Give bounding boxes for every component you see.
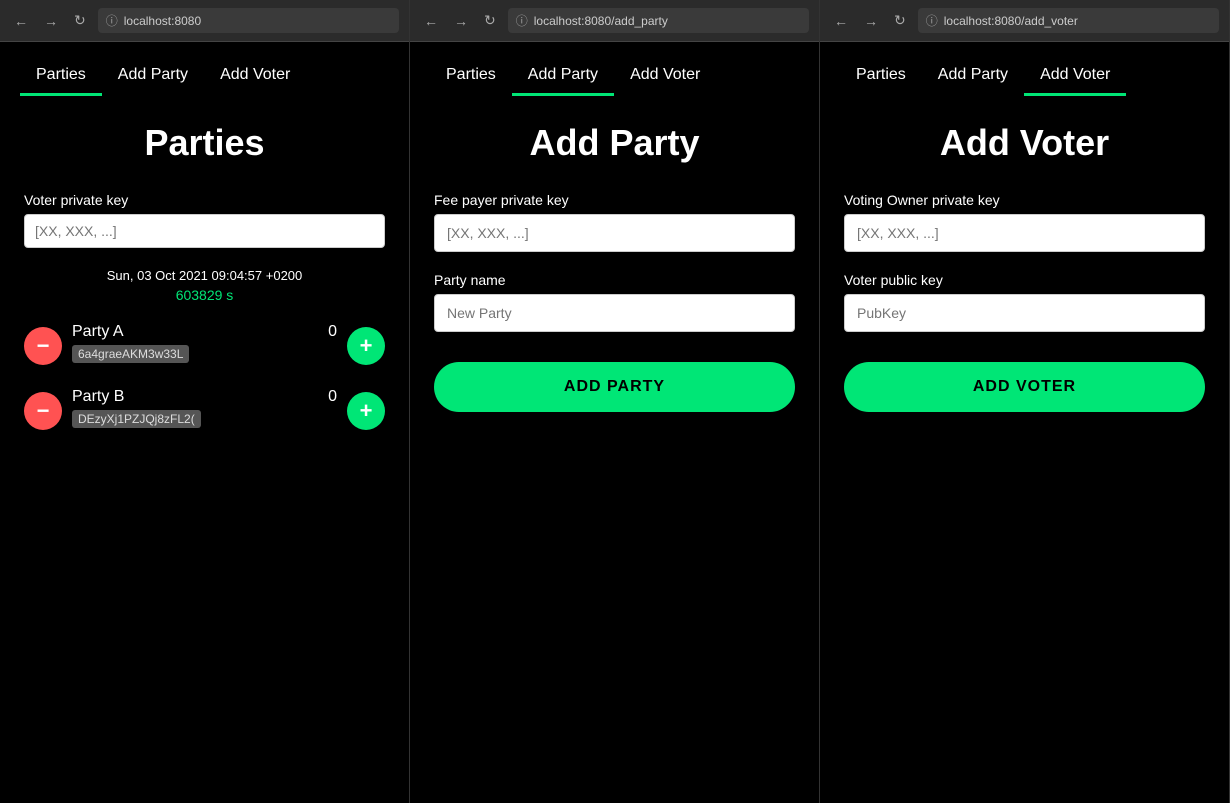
voter-pubkey-group: Voter public key	[844, 272, 1205, 332]
nav-add-voter-2[interactable]: Add Voter	[614, 58, 716, 92]
url-text-2: localhost:8080/add_party	[534, 14, 668, 28]
fee-payer-label: Fee payer private key	[434, 192, 795, 208]
nav-add-voter-1[interactable]: Add Voter	[204, 58, 306, 92]
party-a-name-row: Party A 0	[72, 323, 337, 341]
url-text-1: localhost:8080	[124, 14, 201, 28]
party-name-input[interactable]	[434, 294, 795, 332]
page-title-3: Add Voter	[844, 122, 1205, 164]
lock-icon-2: ⓘ	[516, 12, 528, 29]
party-b-info: Party B 0 DEzyXj1PZJQj8zFL2(	[72, 388, 337, 433]
seconds-display: 603829 s	[24, 287, 385, 303]
lock-icon-3: ⓘ	[926, 12, 938, 29]
forward-button-1[interactable]: →	[40, 11, 62, 31]
nav-bar-2: Parties Add Party Add Voter	[410, 42, 819, 92]
party-b-key: DEzyXj1PZJQj8zFL2(	[72, 410, 201, 428]
page-title-1: Parties	[24, 122, 385, 164]
page-body-2: Add Party Fee payer private key Party na…	[410, 92, 819, 803]
nav-bar-3: Parties Add Party Add Voter	[820, 42, 1229, 92]
lock-icon-1: ⓘ	[106, 12, 118, 29]
back-button-2[interactable]: ←	[420, 11, 442, 31]
vote-minus-party-a[interactable]: −	[24, 327, 62, 365]
address-bar-2: ⓘ localhost:8080/add_party	[508, 8, 809, 33]
forward-button-3[interactable]: →	[860, 11, 882, 31]
fee-payer-input[interactable]	[434, 214, 795, 252]
reload-button-3[interactable]: ↻	[890, 10, 910, 31]
page-title-2: Add Party	[434, 122, 795, 164]
party-name-label: Party name	[434, 272, 795, 288]
datetime-display: Sun, 03 Oct 2021 09:04:57 +0200	[24, 268, 385, 283]
nav-parties-2[interactable]: Parties	[430, 58, 512, 92]
reload-button-2[interactable]: ↻	[480, 10, 500, 31]
nav-parties-3[interactable]: Parties	[840, 58, 922, 92]
nav-bar-1: Parties Add Party Add Voter	[0, 42, 409, 92]
owner-key-group: Voting Owner private key	[844, 192, 1205, 252]
voter-key-group: Voter private key	[24, 192, 385, 248]
party-a-count: 0	[328, 323, 337, 341]
page-body-1: Parties Voter private key Sun, 03 Oct 20…	[0, 92, 409, 803]
nav-add-party-3[interactable]: Add Party	[922, 58, 1024, 92]
browser-chrome-2: ← → ↻ ⓘ localhost:8080/add_party	[410, 0, 819, 42]
party-a-key: 6a4graeAKM3w33L	[72, 345, 189, 363]
nav-add-party-2[interactable]: Add Party	[512, 58, 614, 92]
voter-key-input[interactable]	[24, 214, 385, 248]
party-name-group: Party name	[434, 272, 795, 332]
vote-plus-party-a[interactable]: +	[347, 327, 385, 365]
fee-payer-group: Fee payer private key	[434, 192, 795, 252]
voter-pubkey-input[interactable]	[844, 294, 1205, 332]
nav-add-party-1[interactable]: Add Party	[102, 58, 204, 92]
browser-panel-add-party: ← → ↻ ⓘ localhost:8080/add_party Parties…	[410, 0, 820, 803]
app-content-1: Parties Add Party Add Voter Parties Vote…	[0, 42, 409, 803]
browser-chrome-1: ← → ↻ ⓘ localhost:8080	[0, 0, 409, 42]
app-content-2: Parties Add Party Add Voter Add Party Fe…	[410, 42, 819, 803]
vote-plus-party-b[interactable]: +	[347, 392, 385, 430]
nav-add-voter-3[interactable]: Add Voter	[1024, 58, 1126, 92]
address-bar-3: ⓘ localhost:8080/add_voter	[918, 8, 1219, 33]
party-a-name: Party A	[72, 323, 124, 341]
browser-panel-add-voter: ← → ↻ ⓘ localhost:8080/add_voter Parties…	[820, 0, 1230, 803]
page-body-3: Add Voter Voting Owner private key Voter…	[820, 92, 1229, 803]
reload-button-1[interactable]: ↻	[70, 10, 90, 31]
voter-pubkey-label: Voter public key	[844, 272, 1205, 288]
owner-key-input[interactable]	[844, 214, 1205, 252]
forward-button-2[interactable]: →	[450, 11, 472, 31]
add-voter-button[interactable]: ADD VOTER	[844, 362, 1205, 412]
voter-key-label: Voter private key	[24, 192, 385, 208]
app-content-3: Parties Add Party Add Voter Add Voter Vo…	[820, 42, 1229, 803]
owner-key-label: Voting Owner private key	[844, 192, 1205, 208]
party-row-b: − Party B 0 DEzyXj1PZJQj8zFL2( +	[24, 388, 385, 433]
browser-chrome-3: ← → ↻ ⓘ localhost:8080/add_voter	[820, 0, 1229, 42]
party-b-name-row: Party B 0	[72, 388, 337, 406]
back-button-3[interactable]: ←	[830, 11, 852, 31]
add-party-button[interactable]: ADD PARTY	[434, 362, 795, 412]
party-b-name: Party B	[72, 388, 124, 406]
back-button-1[interactable]: ←	[10, 11, 32, 31]
party-a-info: Party A 0 6a4graeAKM3w33L	[72, 323, 337, 368]
party-row-a: − Party A 0 6a4graeAKM3w33L +	[24, 323, 385, 368]
url-text-3: localhost:8080/add_voter	[944, 14, 1078, 28]
browser-panel-parties: ← → ↻ ⓘ localhost:8080 Parties Add Party…	[0, 0, 410, 803]
party-b-count: 0	[328, 388, 337, 406]
address-bar-1: ⓘ localhost:8080	[98, 8, 399, 33]
nav-parties-1[interactable]: Parties	[20, 58, 102, 92]
vote-minus-party-b[interactable]: −	[24, 392, 62, 430]
